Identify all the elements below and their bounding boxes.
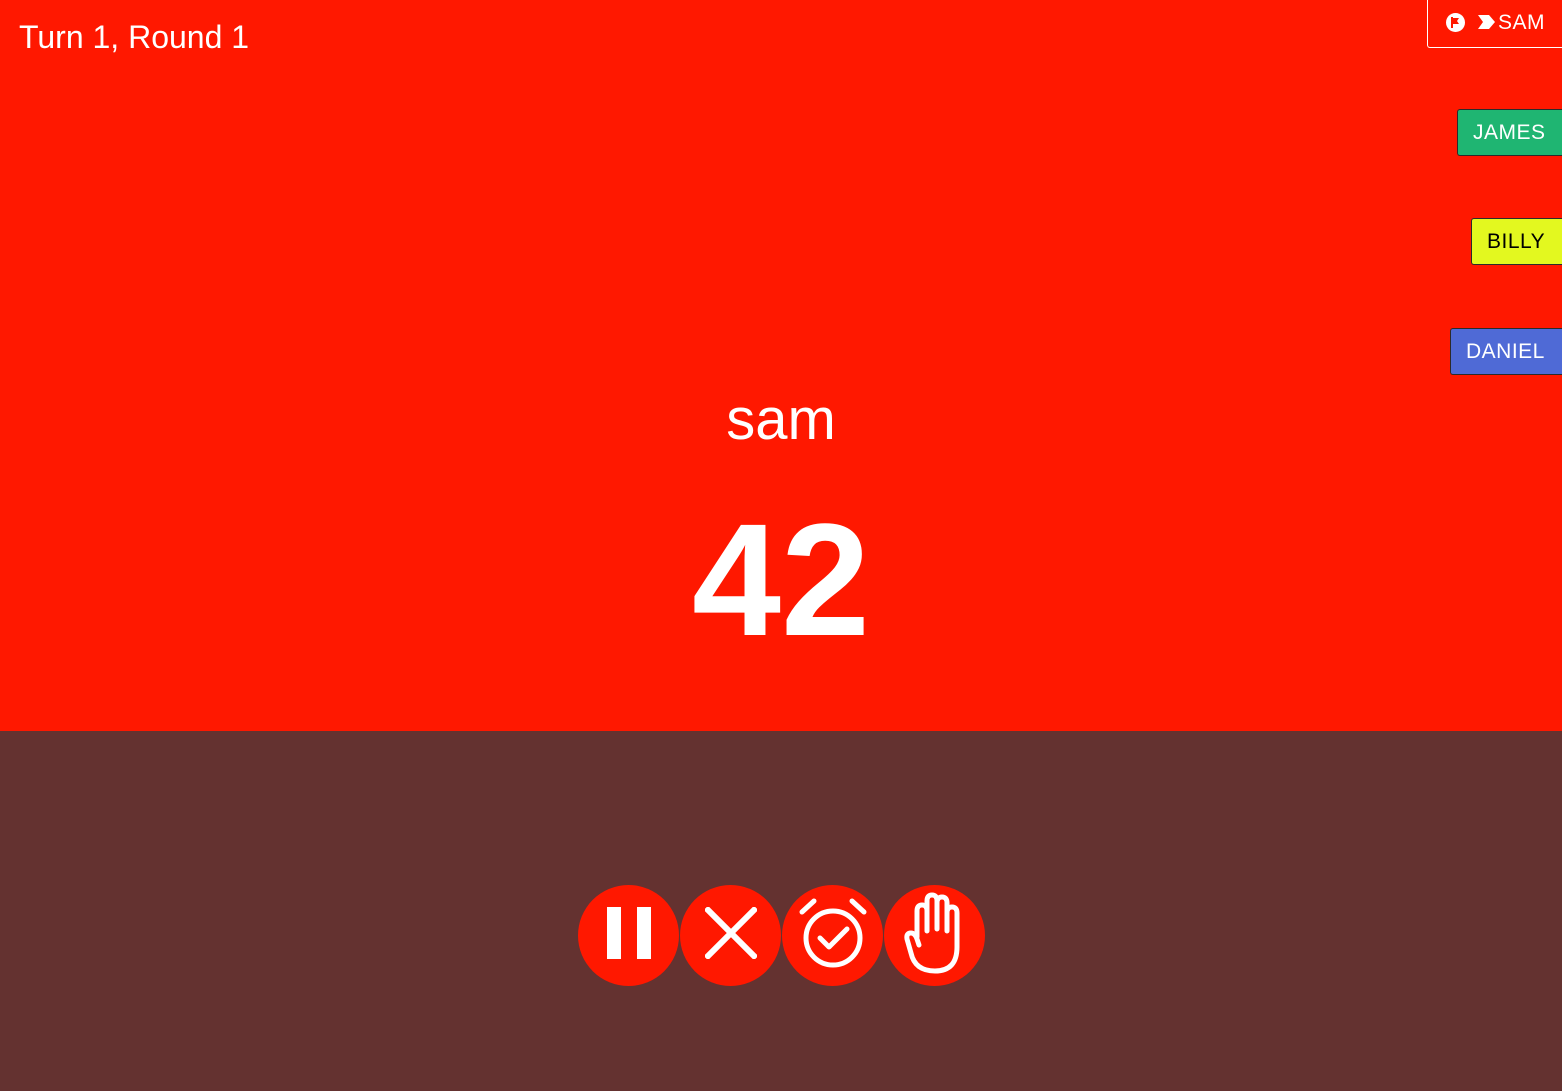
flag-icon	[1446, 13, 1465, 32]
stop-button[interactable]	[884, 885, 985, 986]
pause-button[interactable]	[578, 885, 679, 986]
skip-button[interactable]	[680, 885, 781, 986]
alarm-check-icon	[798, 897, 868, 974]
player-name: DANIEL	[1466, 339, 1545, 363]
player-tag-daniel[interactable]: DANIEL	[1450, 328, 1562, 375]
current-player-tag[interactable]: SAM	[1427, 0, 1562, 48]
hand-icon	[903, 891, 967, 980]
turn-round-label: Turn 1, Round 1	[19, 19, 250, 55]
game-display-panel: Turn 1, Round 1 SAM JAMES BILLY DANIEL s…	[0, 0, 1562, 731]
player-name: BILLY	[1487, 229, 1546, 253]
timer-done-button[interactable]	[782, 885, 883, 986]
close-icon	[703, 905, 758, 964]
player-tag-james[interactable]: JAMES	[1457, 109, 1562, 156]
player-tag-billy[interactable]: BILLY	[1471, 218, 1562, 265]
current-player-name: SAM	[1498, 10, 1546, 34]
countdown-timer: 42	[692, 490, 870, 669]
control-bar	[578, 885, 985, 986]
current-word: sam	[726, 387, 836, 452]
player-name: JAMES	[1473, 120, 1546, 144]
turn-arrow-icon	[1478, 11, 1495, 35]
game-screen: Turn 1, Round 1 SAM JAMES BILLY DANIEL s…	[0, 0, 1562, 1091]
pause-icon	[606, 907, 652, 964]
